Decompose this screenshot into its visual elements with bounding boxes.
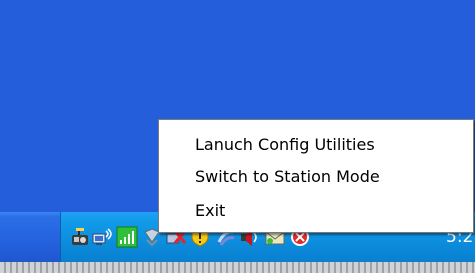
- tray-context-menu: Lanuch Config Utilities Switch to Statio…: [158, 119, 474, 233]
- wireless-network-icon[interactable]: [91, 226, 113, 248]
- menu-item-exit[interactable]: Exit: [195, 201, 225, 221]
- menu-item-switch-to-station-mode[interactable]: Switch to Station Mode: [195, 167, 380, 187]
- wireless-utility-icon[interactable]: [69, 226, 91, 248]
- menu-item-launch-config-utilities[interactable]: Lanuch Config Utilities: [195, 135, 375, 155]
- bottom-edge-strip: [0, 262, 475, 273]
- signal-strength-icon[interactable]: [116, 226, 138, 248]
